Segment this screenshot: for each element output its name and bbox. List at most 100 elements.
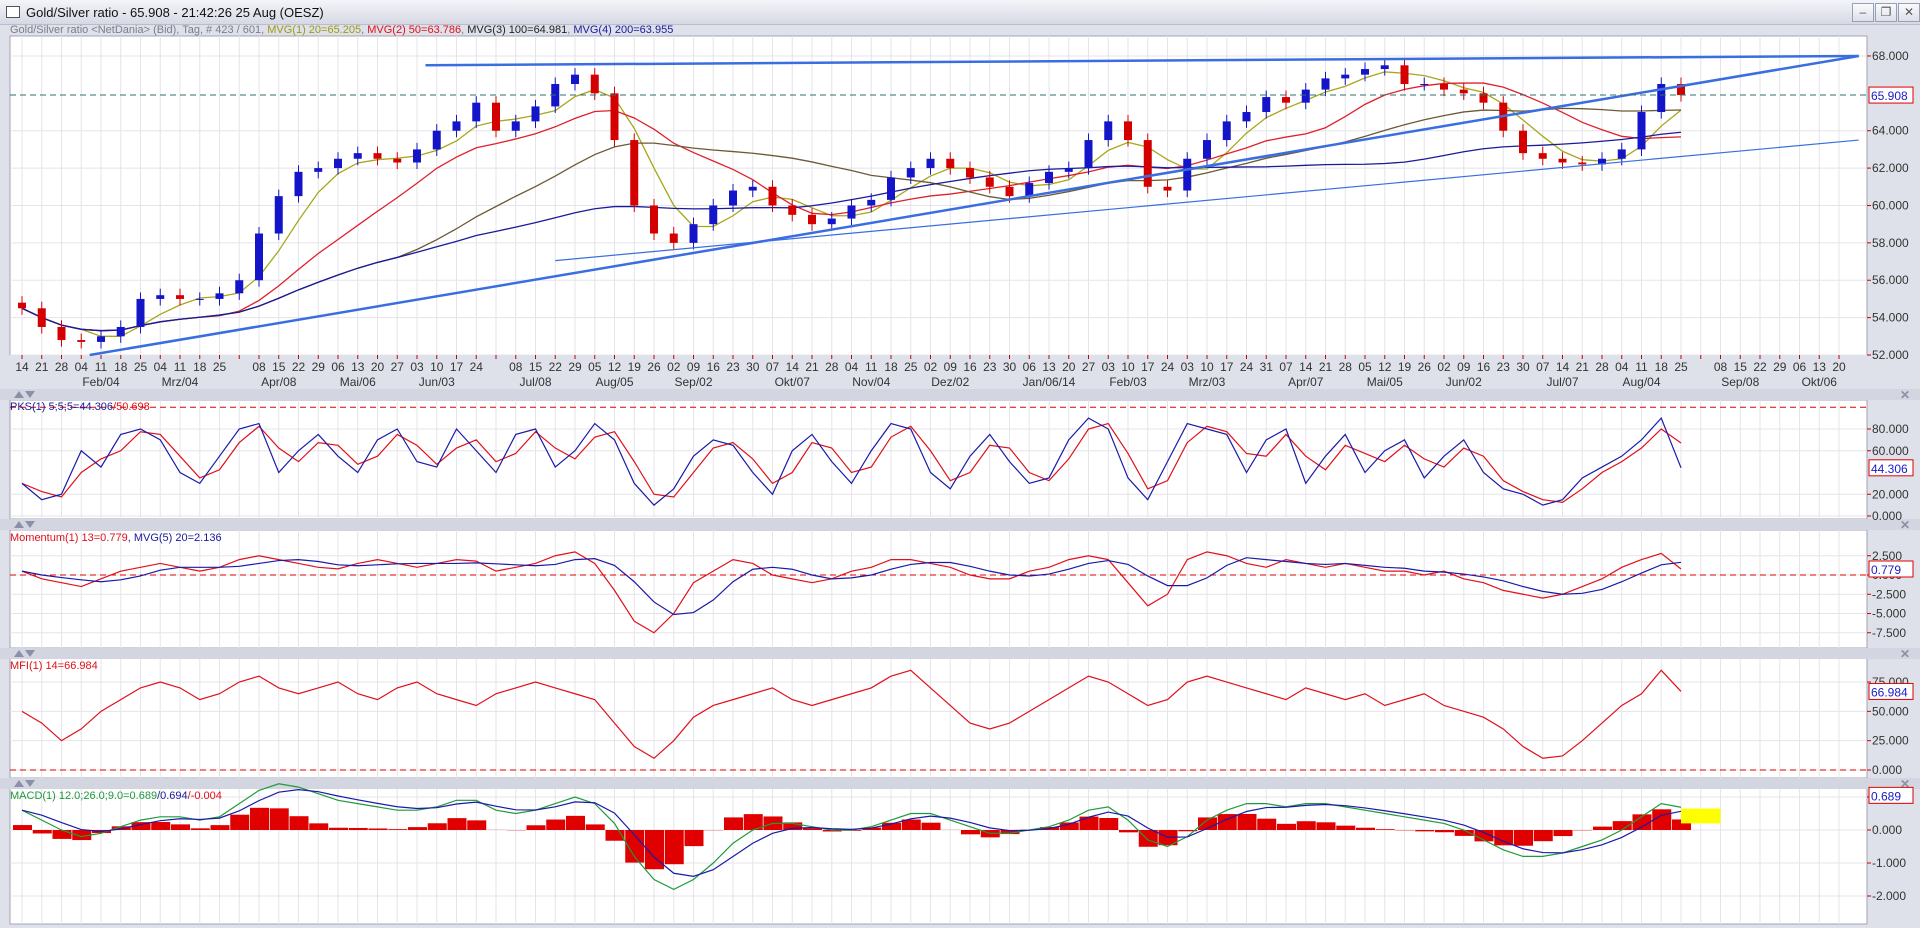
y-tick-label: 56.000	[1872, 273, 1909, 287]
x-tick-label: 28	[1339, 360, 1353, 374]
x-tick-label: 05	[1358, 360, 1372, 374]
x-month-label: Jan/06/14	[1023, 375, 1076, 389]
x-tick-label: 11	[174, 360, 187, 374]
y-tick-label: 52.000	[1872, 348, 1909, 362]
candle-up	[255, 233, 263, 281]
close-panel-icon[interactable]: ✕	[1900, 647, 1910, 661]
x-month-label: Jun/02	[1446, 375, 1482, 389]
x-tick-label: 16	[1477, 360, 1491, 374]
x-month-label: Jun/03	[419, 375, 455, 389]
candle-up	[472, 102, 481, 122]
candle-up	[1637, 112, 1646, 150]
x-tick-label: 24	[1240, 360, 1254, 374]
macd-histogram-bar	[1316, 822, 1336, 830]
pks-legend: PKS(1) 5;5;5=44.306/50.698	[10, 401, 150, 413]
y-tick-label: 62.000	[1872, 161, 1909, 175]
candle-down	[1143, 140, 1152, 187]
candle-down	[373, 153, 382, 159]
y-tick-label: -2.500	[1872, 587, 1906, 601]
x-tick-label: 18	[1655, 360, 1669, 374]
y-tick-label: -1.000	[1872, 856, 1906, 870]
macd-legend: MACD(1) 12.0;26.0;9.0=0.689/0.694/-0.004	[10, 790, 222, 802]
x-month-label: Jul/08	[519, 375, 551, 389]
candle-down	[1282, 97, 1290, 103]
x-tick-label: 21	[1319, 360, 1333, 374]
x-month-label: Jul/07	[1546, 375, 1578, 389]
current-value-label: 65.908	[1871, 89, 1908, 103]
candle-down	[1578, 162, 1587, 165]
y-tick-label: 64.000	[1872, 124, 1909, 138]
candle-down	[966, 168, 974, 178]
x-tick-label: 07	[766, 360, 780, 374]
x-tick-label: 23	[1497, 360, 1511, 374]
x-tick-label: 25	[904, 360, 918, 374]
candle-up	[748, 186, 757, 191]
legend-mfi: MFI(1) 14=66.984	[10, 660, 98, 672]
x-tick-label: 16	[707, 360, 721, 374]
x-month-label: Dez/02	[931, 375, 969, 389]
x-tick-label: 04	[154, 360, 168, 374]
y-tick-label: -2.000	[1872, 889, 1906, 903]
macd-histogram-bar	[368, 828, 388, 830]
y-tick-label: -7.500	[1872, 626, 1906, 640]
x-tick-label: 04	[75, 360, 89, 374]
candle-down	[18, 302, 26, 309]
x-tick-label: 31	[1260, 360, 1274, 374]
x-tick-label: 18	[114, 360, 128, 374]
x-tick-label: 10	[1200, 360, 1214, 374]
x-tick-label: 15	[529, 360, 543, 374]
y-tick-label: 0.000	[1872, 763, 1902, 777]
x-month-label: Nov/04	[852, 375, 890, 389]
x-tick-label: 03	[1181, 360, 1195, 374]
x-tick-label: 29	[1773, 360, 1787, 374]
legend-macd: MACD(1) 12.0;26.0;9.0=0.689	[10, 790, 158, 802]
candle-down	[1459, 89, 1468, 94]
candle-up	[1222, 121, 1231, 141]
legend-momentum: Momentum(1) 13=0.779	[10, 532, 128, 544]
macd-histogram-bar	[1593, 826, 1612, 830]
chart-area[interactable]: ✕✕✕✕52.00054.00056.00058.00060.00062.000…	[0, 0, 1920, 928]
x-tick-label: 26	[647, 360, 661, 374]
x-month-label: Aug/04	[1622, 375, 1660, 389]
macd-histogram-bar	[427, 823, 447, 830]
x-tick-label: 06	[1793, 360, 1807, 374]
candle-up	[511, 121, 520, 131]
x-tick-label: 11	[95, 360, 108, 374]
candle-down	[590, 74, 599, 94]
macd-histogram-bar	[1138, 830, 1158, 847]
candle-down	[630, 140, 639, 206]
current-value-label: 0.779	[1871, 563, 1901, 577]
macd-histogram-bar	[1375, 829, 1395, 830]
candle-down	[1538, 153, 1547, 159]
candle-up	[294, 171, 303, 197]
candle-down	[1400, 65, 1409, 84]
macd-histogram-bar	[1257, 818, 1277, 830]
x-tick-label: 27	[391, 360, 405, 374]
macd-histogram-bar	[1514, 830, 1533, 846]
x-tick-label: 06	[1023, 360, 1037, 374]
macd-histogram-bar	[1435, 830, 1454, 833]
y-tick-label: 54.000	[1872, 311, 1909, 325]
candle-up	[1104, 121, 1113, 141]
x-tick-label: 12	[608, 360, 622, 374]
x-tick-label: 19	[1398, 360, 1412, 374]
macd-histogram-bar	[585, 824, 605, 830]
candle-up	[274, 196, 283, 234]
candle-down	[393, 158, 402, 163]
candle-up	[1617, 149, 1626, 159]
x-tick-label: 02	[924, 360, 938, 374]
x-tick-label: 05	[588, 360, 602, 374]
candle-down	[57, 326, 66, 341]
x-tick-label: 09	[944, 360, 958, 374]
macd-histogram-bar	[467, 820, 487, 830]
candle-down	[985, 177, 994, 187]
candle-up	[689, 224, 698, 243]
close-panel-icon[interactable]: ✕	[1900, 388, 1910, 402]
candle-down	[37, 308, 46, 327]
candle-up	[195, 298, 204, 300]
x-tick-label: 27	[1082, 360, 1096, 374]
candle-up	[432, 130, 441, 150]
macd-histogram-bar	[13, 825, 32, 830]
macd-histogram-bar	[230, 814, 250, 830]
x-tick-label: 07	[1279, 360, 1293, 374]
